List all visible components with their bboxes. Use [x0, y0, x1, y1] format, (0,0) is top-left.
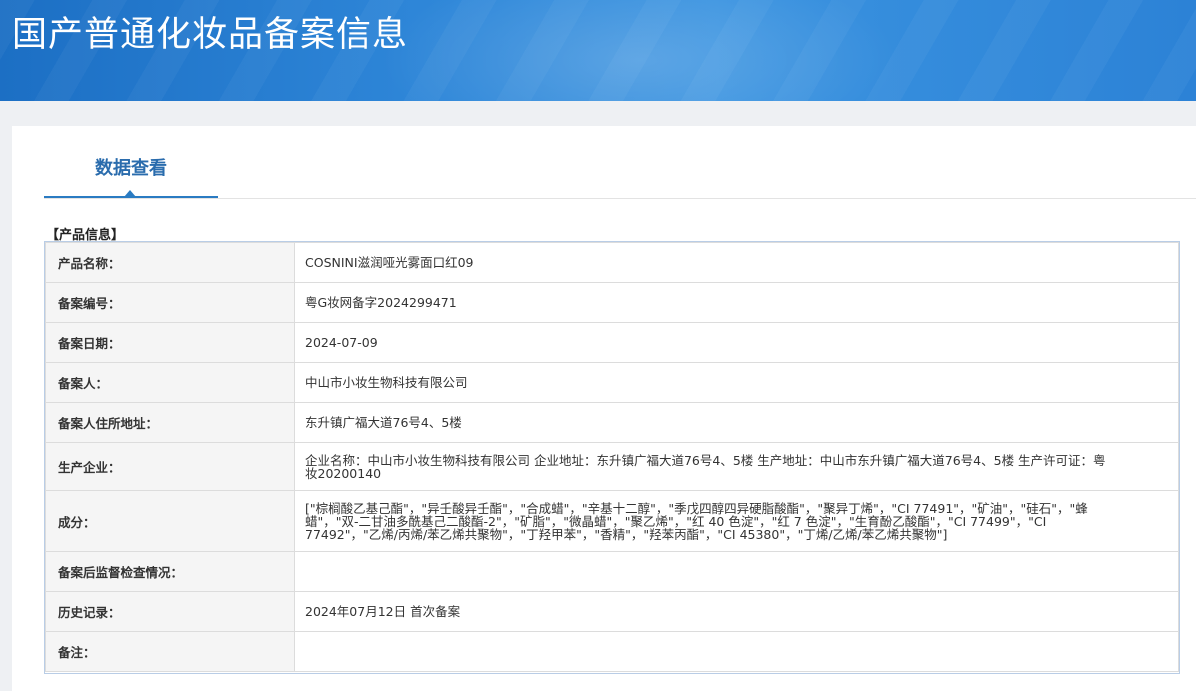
table-row: 成分： ["棕榈酸乙基己酯"，"异壬酸异壬酯"，"合成蜡"，"辛基十二醇"，"季…: [45, 490, 1179, 552]
product-info-table: 产品名称： COSNINI滋润哑光雾面口红09 备案编号： 粤G妆网备字2024…: [45, 242, 1179, 672]
row-label: 备案后监督检查情况：: [45, 551, 295, 592]
row-value-ingredients: ["棕榈酸乙基己酯"，"异壬酸异壬酯"，"合成蜡"，"辛基十二醇"，"季戊四醇四…: [294, 490, 1179, 552]
row-label: 备案人：: [45, 362, 295, 403]
row-label: 产品名称：: [45, 242, 295, 283]
row-label: 生产企业：: [45, 442, 295, 491]
table-row: 备案人： 中山市小妆生物科技有限公司: [45, 362, 1179, 403]
table-row: 备案后监督检查情况：: [45, 551, 1179, 592]
tab-bar: 数据查看: [44, 126, 1196, 199]
row-value-supervision: [294, 551, 1179, 592]
content-panel: 数据查看 【产品信息】 产品名称： COSNINI滋润哑光雾面口红09 备案编号…: [12, 126, 1196, 691]
table-row: 备案人住所地址： 东升镇广福大道76号4、5楼: [45, 402, 1179, 443]
table-row: 备案日期： 2024-07-09: [45, 322, 1179, 363]
table-row: 备案编号： 粤G妆网备字2024299471: [45, 282, 1179, 323]
table-row: 生产企业： 企业名称：中山市小妆生物科技有限公司 企业地址：东升镇广福大道76号…: [45, 442, 1179, 491]
section-title: 【产品信息】: [46, 228, 125, 243]
table-row: 备注：: [45, 631, 1179, 672]
table-row: 产品名称： COSNINI滋润哑光雾面口红09: [45, 242, 1179, 283]
row-value-history: 2024年07月12日 首次备案: [294, 591, 1179, 632]
active-tab-caret-icon: [124, 190, 136, 197]
row-label: 备注：: [45, 631, 295, 672]
tab-label: 数据查看: [95, 158, 167, 179]
row-label: 备案人住所地址：: [45, 402, 295, 443]
row-value-registration-date: 2024-07-09: [294, 322, 1179, 363]
header-banner: 国产普通化妆品备案信息: [0, 0, 1196, 101]
tab-data-view[interactable]: 数据查看: [44, 126, 218, 198]
row-value-registrant-address: 东升镇广福大道76号4、5楼: [294, 402, 1179, 443]
row-label: 备案编号：: [45, 282, 295, 323]
page-title: 国产普通化妆品备案信息: [12, 15, 409, 55]
table-row: 历史记录： 2024年07月12日 首次备案: [45, 591, 1179, 632]
row-label: 备案日期：: [45, 322, 295, 363]
row-value-remarks: [294, 631, 1179, 672]
row-value-registrant: 中山市小妆生物科技有限公司: [294, 362, 1179, 403]
row-label: 历史记录：: [45, 591, 295, 632]
row-value-product-name: COSNINI滋润哑光雾面口红09: [294, 242, 1179, 283]
row-value-registration-number: 粤G妆网备字2024299471: [294, 282, 1179, 323]
row-value-manufacturer: 企业名称：中山市小妆生物科技有限公司 企业地址：东升镇广福大道76号4、5楼 生…: [294, 442, 1179, 491]
row-label: 成分：: [45, 490, 295, 552]
